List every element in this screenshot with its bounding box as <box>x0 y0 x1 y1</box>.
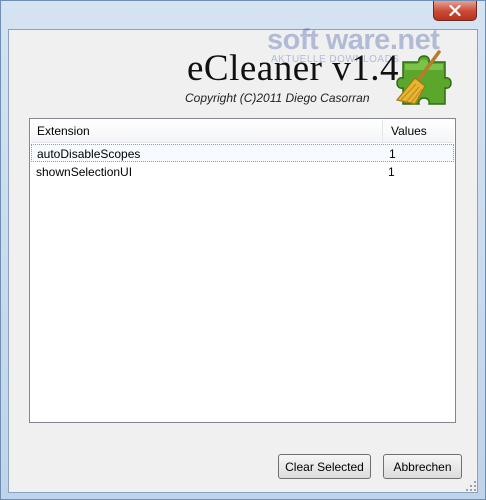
table-row[interactable]: autoDisableScopes 1 <box>31 144 454 162</box>
copyright-text: Copyright (C)2011 Diego Casorran <box>185 91 370 105</box>
puzzle-broom-icon <box>395 50 452 105</box>
client-area: soft ware.net AKTUELLE DOWNLOADS eCleane… <box>8 24 478 493</box>
app-title: eCleaner v1.4 <box>187 48 399 89</box>
column-header-extension[interactable]: Extension <box>31 120 383 142</box>
resize-grip-icon[interactable] <box>465 480 477 492</box>
list-header: Extension Values <box>31 120 454 143</box>
extension-list[interactable]: Extension Values autoDisableScopes 1 sho… <box>29 118 456 423</box>
column-header-values[interactable]: Values <box>383 120 454 142</box>
clear-selected-button[interactable]: Clear Selected <box>278 454 371 479</box>
row-value: 1 <box>388 165 395 179</box>
row-extension: autoDisableScopes <box>37 147 141 161</box>
app-window: soft ware.net AKTUELLE DOWNLOADS eCleane… <box>0 0 486 500</box>
row-extension: shownSelectionUI <box>36 165 133 179</box>
column-header-extension-label: Extension <box>37 124 90 138</box>
table-row[interactable]: shownSelectionUI 1 <box>31 163 454 181</box>
column-header-values-label: Values <box>391 124 427 138</box>
row-value: 1 <box>389 147 396 161</box>
cancel-button[interactable]: Abbrechen <box>383 454 462 479</box>
close-icon <box>449 5 461 16</box>
close-button[interactable] <box>433 1 477 21</box>
